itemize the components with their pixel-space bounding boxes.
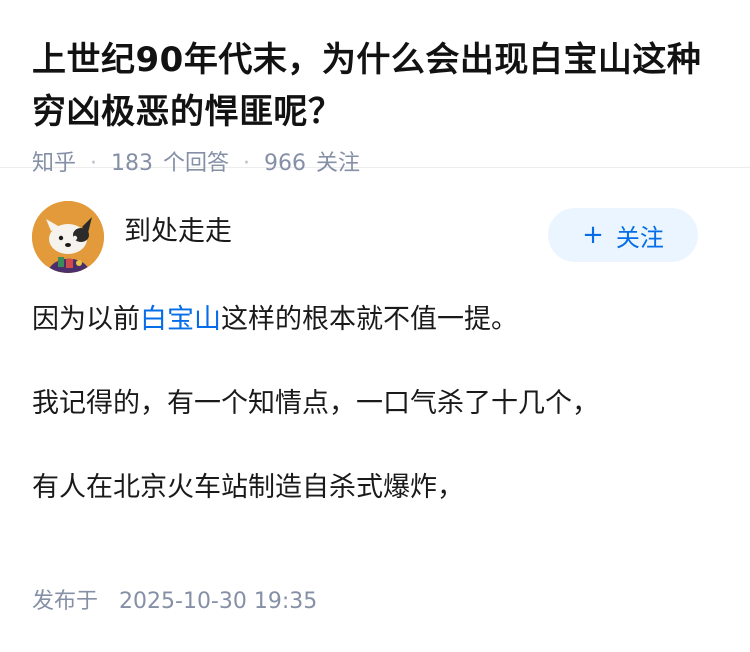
publish-time: 发布于 2025-10-30 19:35 <box>32 586 317 618</box>
follow-button[interactable]: + 关注 <box>548 208 698 262</box>
answer-paragraph: 有人在北京火车站制造自杀式爆炸， <box>32 472 464 503</box>
answer-count-label: 个回答 <box>163 151 230 176</box>
answer-count: 183 <box>111 151 154 176</box>
question-title[interactable]: 上世纪90年代末，为什么会出现白宝山这种穷凶极恶的悍匪呢？ <box>32 34 718 138</box>
meta-separator: · <box>90 151 98 176</box>
question-header: 上世纪90年代末，为什么会出现白宝山这种穷凶极恶的悍匪呢？ 知乎 · 183 个… <box>0 0 750 176</box>
author-name[interactable]: 到处走走 <box>124 214 232 250</box>
follower-count: 966 <box>264 151 307 176</box>
search-link-baibaoshan[interactable]: 白宝山 <box>140 304 221 335</box>
follower-count-label: 关注 <box>316 151 361 176</box>
source-label[interactable]: 知乎 <box>32 148 76 180</box>
answer-paragraph: 我记得的，有一个知情点，一口气杀了十几个， <box>32 388 599 419</box>
plus-icon: + <box>582 220 604 250</box>
dog-avatar-icon[interactable] <box>32 201 104 273</box>
answer-paragraph: 因为以前白宝山这样的根本就不值一提。 <box>32 298 718 342</box>
follow-button-label: 关注 <box>615 223 664 252</box>
publish-time-label: 发布于 <box>32 589 99 614</box>
author-row: 到处走走 + 关注 <box>32 200 718 274</box>
answer-body: 因为以前白宝山这样的根本就不值一提。 我记得的，有一个知情点，一口气杀了十几个，… <box>32 298 718 510</box>
meta-separator: · <box>243 151 251 176</box>
answer-card: 到处走走 + 关注 因为以前白宝山这样的根本就不值一提。 我记得的，有一个知情点… <box>0 168 750 510</box>
paragraph-text: 这样的根本就不值一提。 <box>221 304 518 335</box>
publish-time-value: 2025-10-30 19:35 <box>119 589 318 614</box>
paragraph-text: 因为以前 <box>32 304 140 335</box>
